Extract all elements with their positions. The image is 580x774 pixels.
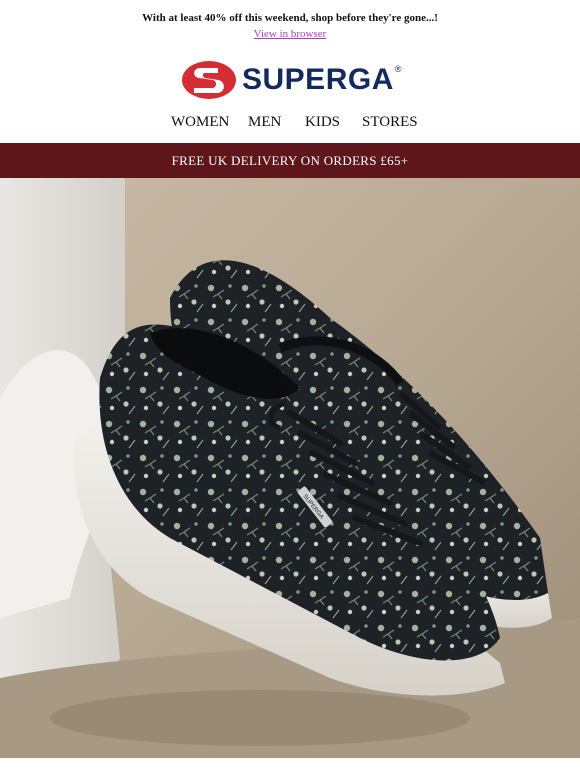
sneaker-photo: SUPERGA xyxy=(0,178,580,758)
nav-men[interactable]: MEN xyxy=(248,114,281,131)
preheader: With at least 40% off this weekend, shop… xyxy=(0,0,580,52)
promo-text: With at least 40% off this weekend, shop… xyxy=(142,12,438,24)
main-nav: WOMEN MEN KIDS STORES xyxy=(0,114,580,138)
nav-stores[interactable]: STORES xyxy=(362,114,418,131)
brand-wordmark: SUPERGA xyxy=(242,63,394,96)
superga-s-icon xyxy=(182,61,236,99)
nav-kids[interactable]: KIDS xyxy=(305,114,340,131)
registered-mark: ® xyxy=(394,64,402,74)
nav-women[interactable]: WOMEN xyxy=(171,114,229,131)
delivery-banner-text: FREE UK DELIVERY ON ORDERS £65+ xyxy=(171,152,409,168)
superga-logo[interactable]: SUPERGA ® xyxy=(180,58,402,102)
delivery-banner[interactable]: FREE UK DELIVERY ON ORDERS £65+ xyxy=(0,143,580,178)
hero-image[interactable]: SUPERGA xyxy=(0,178,580,758)
view-in-browser-link[interactable]: View in browser xyxy=(0,28,580,40)
